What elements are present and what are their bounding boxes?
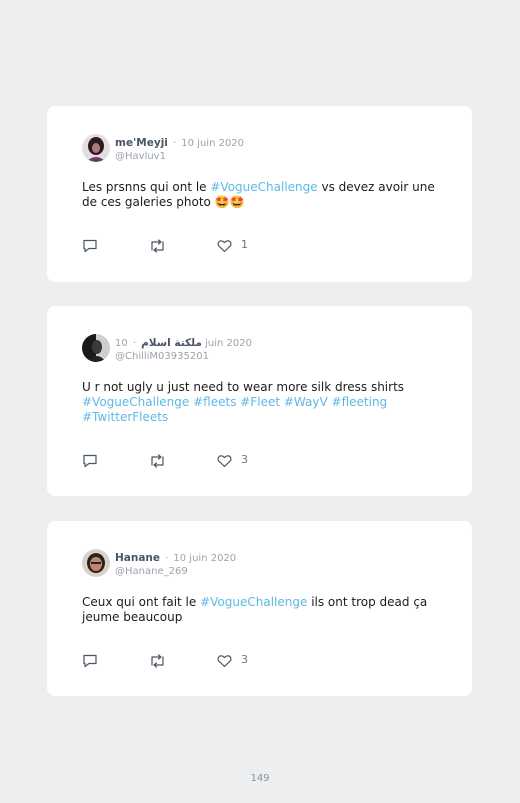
author-name[interactable]: Hanane: [115, 552, 160, 564]
post-date: 10 juin 2020: [173, 553, 237, 564]
author-block: ملكتة اسلام · 10 juin 2020 @ChilliM03935…: [115, 334, 252, 363]
text-segment: Ceux qui ont fait le: [82, 595, 201, 609]
tweet-header: me'Meyji · 10 juin 2020 @Havluv1: [82, 134, 244, 164]
like-button[interactable]: 3: [217, 453, 248, 472]
tweet-actions: 1: [82, 238, 282, 254]
like-button[interactable]: 1: [217, 238, 248, 257]
retweet-icon[interactable]: [149, 453, 166, 472]
hashtag-link[interactable]: #TwitterFleets: [82, 410, 168, 424]
heart-icon: [217, 653, 232, 672]
tweet-text: U r not ugly u just need to wear more si…: [82, 380, 442, 425]
text-segment: U r not ugly u just need to wear more si…: [82, 380, 405, 394]
hashtag-link[interactable]: #Fleet: [240, 395, 280, 409]
tweet-card-2: ملكتة اسلام · 10 juin 2020 @ChilliM03935…: [47, 306, 472, 496]
separator: ·: [172, 138, 177, 149]
author-block: me'Meyji · 10 juin 2020 @Havluv1: [115, 134, 244, 163]
hashtag-link[interactable]: #VogueChallenge: [200, 595, 307, 609]
tweet-actions: 3: [82, 653, 282, 669]
hashtag-link[interactable]: #fleets: [193, 395, 236, 409]
text-segment: Les prsnns qui ont le: [82, 180, 211, 194]
author-handle[interactable]: @Havluv1: [115, 150, 244, 163]
avatar[interactable]: [82, 334, 110, 362]
author-block: Hanane · 10 juin 2020 @Hanane_269: [115, 549, 236, 578]
page-number: 149: [250, 773, 270, 784]
like-count: 1: [241, 238, 248, 251]
hashtag-link[interactable]: #WayV: [284, 395, 328, 409]
like-count: 3: [241, 453, 248, 466]
tweet-card-1: me'Meyji · 10 juin 2020 @Havluv1 Les prs…: [47, 106, 472, 282]
post-date: 10 juin 2020: [181, 138, 245, 149]
retweet-icon[interactable]: [149, 238, 166, 257]
reply-icon[interactable]: [82, 453, 98, 472]
tweet-actions: 3: [82, 453, 282, 469]
avatar[interactable]: [82, 134, 110, 162]
tweet-header: Hanane · 10 juin 2020 @Hanane_269: [82, 549, 236, 579]
tweet-text: Ceux qui ont fait le #VogueChallenge ils…: [82, 595, 442, 625]
tweet-text: Les prsnns qui ont le #VogueChallenge vs…: [82, 180, 442, 210]
author-name[interactable]: ملكتة اسلام: [141, 337, 202, 349]
retweet-icon[interactable]: [149, 653, 166, 672]
author-name[interactable]: me'Meyji: [115, 137, 168, 149]
reply-icon[interactable]: [82, 238, 98, 257]
tweet-header: ملكتة اسلام · 10 juin 2020 @ChilliM03935…: [82, 334, 252, 364]
separator: ·: [132, 338, 137, 349]
hashtag-link[interactable]: #VogueChallenge: [210, 180, 317, 194]
like-count: 3: [241, 653, 248, 666]
heart-icon: [217, 453, 232, 472]
like-button[interactable]: 3: [217, 653, 248, 672]
reply-icon[interactable]: [82, 653, 98, 672]
hashtag-link[interactable]: #VogueChallenge: [82, 395, 189, 409]
hashtag-link[interactable]: #fleeting: [332, 395, 388, 409]
emoji: 🤩🤩: [214, 195, 245, 209]
heart-icon: [217, 238, 232, 257]
author-handle[interactable]: @Hanane_269: [115, 565, 236, 578]
author-handle[interactable]: @ChilliM03935201: [115, 350, 252, 363]
avatar[interactable]: [82, 549, 110, 577]
tweet-card-3: Hanane · 10 juin 2020 @Hanane_269 Ceux q…: [47, 521, 472, 696]
separator: ·: [165, 553, 169, 564]
